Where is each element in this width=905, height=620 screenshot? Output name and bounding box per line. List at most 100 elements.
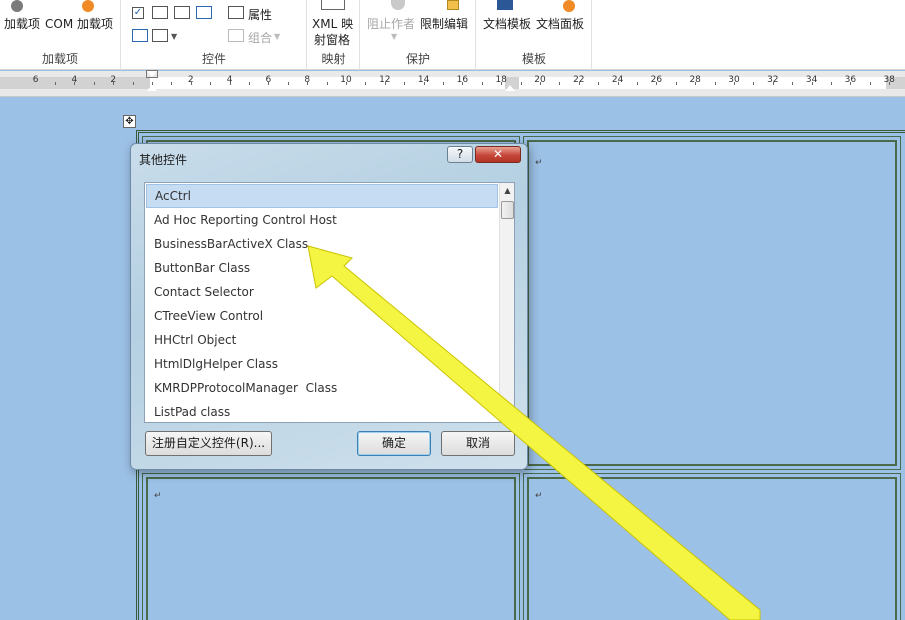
list-item[interactable]: ButtonBar Class bbox=[146, 256, 498, 280]
ruler-minor-tick bbox=[618, 82, 619, 85]
properties-button[interactable]: 属性 bbox=[248, 6, 272, 23]
ruler-minor-tick bbox=[210, 82, 211, 85]
lock-icon bbox=[447, 0, 459, 10]
ruler-minor-tick bbox=[94, 82, 95, 85]
list-item[interactable]: CTreeView Control bbox=[146, 304, 498, 328]
ruler-minor-tick bbox=[812, 82, 813, 85]
right-indent-marker[interactable] bbox=[505, 85, 515, 91]
ruler-tick-label: 6 bbox=[32, 75, 39, 85]
first-line-indent-marker[interactable] bbox=[146, 70, 158, 78]
ruler-minor-tick bbox=[521, 82, 522, 85]
ruler-minor-tick bbox=[579, 82, 580, 85]
gear-icon bbox=[11, 0, 23, 12]
chevron-down-icon: ▼ bbox=[274, 32, 281, 41]
list-item[interactable]: HtmlDlgHelper Class bbox=[146, 352, 498, 376]
xml-mapping-icon bbox=[321, 0, 345, 10]
list-item[interactable]: KMRDPProtocolManager Class bbox=[146, 376, 498, 400]
ruler-minor-tick bbox=[385, 82, 386, 85]
table-cell[interactable] bbox=[523, 473, 901, 620]
list-item[interactable]: AcCtrl bbox=[146, 184, 498, 208]
ruler-minor-tick bbox=[676, 82, 677, 85]
table-cell[interactable] bbox=[523, 136, 901, 470]
addins-button[interactable]: 加载项 bbox=[4, 15, 40, 32]
building-block-icon[interactable] bbox=[132, 29, 148, 42]
scroll-down-icon[interactable]: ▼ bbox=[500, 406, 514, 422]
group-label-addins: 加载项 bbox=[41, 52, 78, 66]
com-gear-icon bbox=[82, 0, 94, 12]
list-item[interactable]: BusinessBarActiveX Class bbox=[146, 232, 498, 256]
ruler-minor-tick bbox=[249, 82, 250, 85]
table-cell[interactable] bbox=[142, 473, 520, 620]
date-picker-icon[interactable] bbox=[196, 6, 212, 19]
doc-panel-button[interactable]: 文档面板 bbox=[536, 15, 584, 32]
legacy-tools-icon[interactable] bbox=[152, 29, 168, 42]
ribbon-group-addins: 加载项 COM 加载项 加载项 bbox=[0, 0, 121, 70]
list-item[interactable]: Ad Hoc Reporting Control Host bbox=[146, 208, 498, 232]
more-controls-dialog: 其他控件 ? ✕ AcCtrl Ad Hoc Reporting Control … bbox=[130, 143, 528, 470]
ruler-minor-tick bbox=[404, 82, 405, 85]
dialog-title: 其他控件 bbox=[139, 153, 188, 167]
ruler-minor-tick bbox=[559, 82, 560, 85]
ruler-minor-tick bbox=[695, 82, 696, 85]
help-button[interactable]: ? bbox=[447, 146, 473, 163]
ribbon-group-mapping: XML 映 射窗格 映射 bbox=[308, 0, 360, 70]
ruler-minor-tick bbox=[637, 82, 638, 85]
xml-mapping-button-line1[interactable]: XML 映 bbox=[312, 15, 353, 32]
controls-listbox[interactable]: AcCtrl Ad Hoc Reporting Control Host Busin… bbox=[144, 182, 515, 423]
ruler-minor-tick bbox=[268, 82, 269, 85]
block-authors-icon bbox=[391, 0, 405, 10]
scroll-thumb[interactable] bbox=[501, 201, 514, 219]
ruler-minor-tick bbox=[792, 82, 793, 85]
vertical-scrollbar[interactable]: ▲ ▼ bbox=[499, 183, 514, 422]
ruler-minor-tick bbox=[462, 82, 463, 85]
ruler-minor-tick bbox=[753, 82, 754, 85]
ribbon: 加载项 COM 加载项 加载项 ✓ ▼ 属性 组合 ▼ 控件 XML 映 射窗格… bbox=[0, 0, 905, 70]
scroll-up-icon[interactable]: ▲ bbox=[500, 183, 514, 199]
ruler-minor-tick bbox=[171, 82, 172, 85]
dropdown-control-icon[interactable] bbox=[174, 6, 190, 19]
list-item[interactable]: ListPad class bbox=[146, 400, 498, 422]
ribbon-group-protect: 阻止作者 ▼ 限制编辑 保护 bbox=[361, 0, 476, 70]
ok-button[interactable]: 确定 bbox=[357, 431, 431, 456]
group-button[interactable]: 组合 bbox=[248, 29, 272, 46]
com-addins-button[interactable]: COM 加载项 bbox=[45, 15, 113, 32]
ruler-minor-tick bbox=[773, 82, 774, 85]
cancel-button[interactable]: 取消 bbox=[441, 431, 515, 456]
list-item[interactable]: HHCtrl Object bbox=[146, 328, 498, 352]
ruler-minor-tick bbox=[889, 82, 890, 85]
ruler-minor-tick bbox=[327, 82, 328, 85]
ruler-minor-tick bbox=[113, 82, 114, 85]
paragraph-mark: ↵ bbox=[535, 158, 543, 168]
checkbox-control-icon[interactable]: ✓ bbox=[132, 7, 144, 19]
ruler-minor-tick bbox=[850, 82, 851, 85]
paragraph-mark: ↵ bbox=[154, 491, 162, 501]
ruler-minor-tick bbox=[307, 82, 308, 85]
word-template-icon bbox=[497, 0, 513, 10]
table-move-handle[interactable]: ✥ bbox=[123, 115, 136, 128]
block-authors-button[interactable]: 阻止作者 bbox=[367, 15, 415, 32]
list-item[interactable]: Contact Selector bbox=[146, 280, 498, 304]
combobox-control-icon[interactable] bbox=[152, 6, 168, 19]
horizontal-ruler[interactable]: 6 4 2 2 4 6 8 10 12 14 16 18 20 22 24 26 28 30 32 34 36 38 bbox=[0, 70, 905, 97]
ruler-minor-tick bbox=[346, 82, 347, 85]
group-label-controls: 控件 bbox=[201, 52, 226, 66]
register-custom-control-button[interactable]: 注册自定义控件(R)... bbox=[145, 431, 272, 456]
close-button[interactable]: ✕ bbox=[475, 146, 521, 163]
ribbon-group-templates: 文档模板 文档面板 模板 bbox=[477, 0, 592, 70]
ruler-minor-tick bbox=[656, 82, 657, 85]
ruler-minor-tick bbox=[55, 82, 56, 85]
chevron-down-icon[interactable]: ▼ bbox=[171, 32, 177, 41]
chevron-down-icon: ▼ bbox=[391, 32, 398, 41]
ruler-minor-tick bbox=[424, 82, 425, 85]
ruler-minor-tick bbox=[598, 82, 599, 85]
group-label-templates: 模板 bbox=[521, 52, 546, 66]
hanging-indent-marker[interactable] bbox=[147, 85, 157, 91]
ruler-minor-tick bbox=[443, 82, 444, 85]
restrict-editing-button[interactable]: 限制编辑 bbox=[420, 15, 468, 32]
doc-template-button[interactable]: 文档模板 bbox=[483, 15, 531, 32]
xml-mapping-button-line2[interactable]: 射窗格 bbox=[314, 31, 350, 48]
ruler-minor-tick bbox=[482, 82, 483, 85]
ruler-minor-tick bbox=[715, 82, 716, 85]
ruler-minor-tick bbox=[365, 82, 366, 85]
group-label-mapping: 映射 bbox=[321, 52, 346, 66]
